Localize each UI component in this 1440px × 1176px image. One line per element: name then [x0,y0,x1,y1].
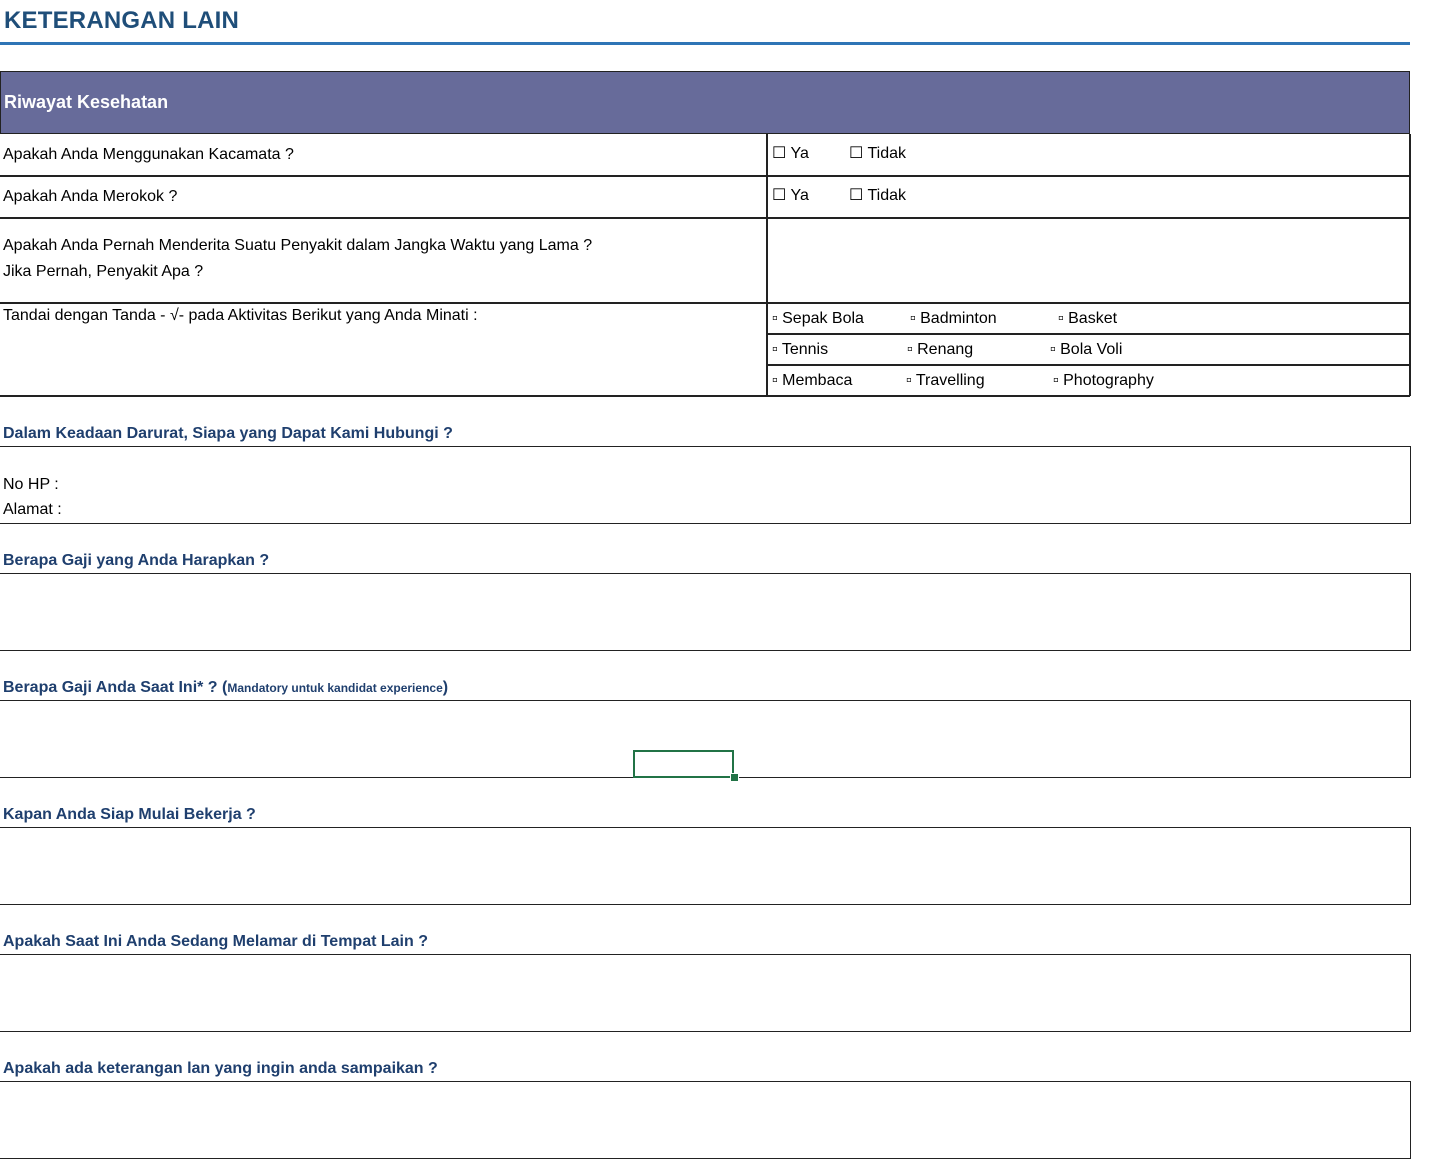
emergency-address-label: Alamat : [3,501,62,518]
expected-salary-label: Berapa Gaji yang Anda Harapkan ? [3,552,270,569]
emergency-phone-label: No HP : [3,476,59,493]
current-salary-label-close: ) [442,679,449,696]
smoke-no-checkbox[interactable]: ☐ Tidak [849,185,906,205]
health-section-title: Riwayat Kesehatan [4,92,169,112]
activity-travelling-checkbox[interactable]: ▫ Travelling [906,372,985,390]
question-disease: Apakah Anda Pernah Menderita Suatu Penya… [3,237,593,254]
emergency-contact-box[interactable] [0,446,1411,524]
activity-sepak-bola-checkbox[interactable]: ▫ Sepak Bola [772,310,864,328]
current-salary-label: Berapa Gaji Anda Saat Ini* ? (Mandatory … [3,679,448,697]
row-divider [0,175,1410,177]
glasses-yes-checkbox[interactable]: ☐ Ya [772,143,809,163]
other-notes-input[interactable] [0,1081,1411,1159]
emergency-contact-label: Dalam Keadaan Darurat, Siapa yang Dapat … [3,425,453,442]
title-underline [0,42,1410,45]
activity-tennis-checkbox[interactable]: ▫ Tennis [772,341,828,359]
start-work-label: Kapan Anda Siap Mulai Bekerja ? [3,806,256,823]
question-glasses: Apakah Anda Menggunakan Kacamata ? [3,146,294,163]
table-bottom-border [0,395,1410,397]
current-salary-mandatory-note: Mandatory untuk kandidat experience [227,681,443,695]
activity-badminton-checkbox[interactable]: ▫ Badminton [910,310,997,328]
activity-bola-voli-checkbox[interactable]: ▫ Bola Voli [1050,341,1122,359]
other-applications-label: Apakah Saat Ini Anda Sedang Melamar di T… [3,933,428,950]
other-applications-input[interactable] [0,954,1411,1032]
smoke-yes-checkbox[interactable]: ☐ Ya [772,185,809,205]
row-divider [0,302,1410,304]
disease-answer-cell[interactable] [768,219,1408,301]
table-right-border [1409,134,1411,396]
active-cell-selection[interactable] [633,750,734,778]
question-activities: Tandai dengan Tanda - √- pada Aktivitas … [3,307,478,324]
current-salary-label-text: Berapa Gaji Anda Saat Ini* ? ( [3,679,228,696]
activity-membaca-checkbox[interactable]: ▫ Membaca [772,372,852,390]
other-notes-label: Apakah ada keterangan lan yang ingin and… [3,1060,438,1077]
question-disease-followup: Jika Pernah, Penyakit Apa ? [3,263,204,280]
activity-basket-checkbox[interactable]: ▫ Basket [1058,310,1117,328]
page-title: KETERANGAN LAIN [4,7,239,34]
activity-renang-checkbox[interactable]: ▫ Renang [907,341,973,359]
health-section-header: Riwayat Kesehatan [0,71,1410,134]
row-divider [767,333,1410,335]
row-divider [767,364,1410,366]
expected-salary-input[interactable] [0,573,1411,651]
question-smoke: Apakah Anda Merokok ? [3,188,178,205]
activity-photography-checkbox[interactable]: ▫ Photography [1053,372,1154,390]
glasses-no-checkbox[interactable]: ☐ Tidak [849,143,906,163]
start-work-input[interactable] [0,827,1411,905]
fill-handle[interactable] [730,773,739,782]
